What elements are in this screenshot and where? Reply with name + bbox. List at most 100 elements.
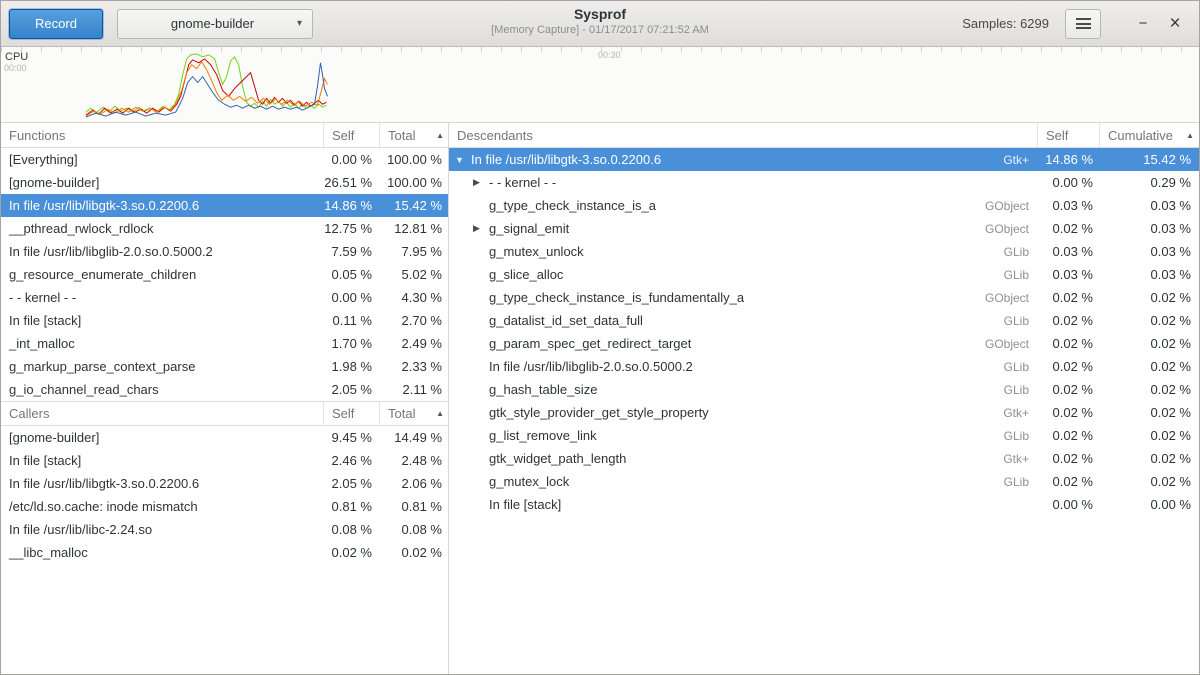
total-percent: 12.81 % — [379, 221, 449, 236]
function-name: In file /usr/lib/libglib-2.0.so.0.5000.2 — [1, 244, 323, 259]
function-name: In file /usr/lib/libc-2.24.so — [1, 522, 323, 537]
tree-row[interactable]: g_hash_table_sizeGLib0.02 %0.02 % — [449, 378, 1199, 401]
tree-row[interactable]: gtk_widget_path_lengthGtk+0.02 %0.02 % — [449, 447, 1199, 470]
function-name: In file /usr/lib/libgtk-3.so.0.2200.6 — [1, 198, 323, 213]
collapse-icon[interactable]: ▼ — [455, 155, 471, 165]
tree-row[interactable]: ▼In file /usr/lib/libgtk-3.so.0.2200.6Gt… — [449, 148, 1199, 171]
cumulative-percent: 0.02 % — [1099, 313, 1199, 328]
tree-row[interactable]: ▶g_signal_emitGObject0.02 %0.03 % — [449, 217, 1199, 240]
table-row[interactable]: In file /usr/lib/libgtk-3.so.0.2200.614.… — [1, 194, 448, 217]
functions-column-header[interactable]: Functions — [1, 123, 323, 147]
function-name: In file [stack] — [489, 497, 561, 512]
callers-self-column-header[interactable]: Self — [323, 402, 379, 425]
table-row[interactable]: g_resource_enumerate_children0.05 %5.02 … — [1, 263, 448, 286]
table-row[interactable]: /etc/ld.so.cache: inode mismatch0.81 %0.… — [1, 495, 448, 518]
cumulative-percent: 0.02 % — [1099, 428, 1199, 443]
function-name: In file /usr/lib/libglib-2.0.so.0.5000.2 — [489, 359, 693, 374]
table-row[interactable]: In file /usr/lib/libglib-2.0.so.0.5000.2… — [1, 240, 448, 263]
table-row[interactable]: g_io_channel_read_chars2.05 %2.11 % — [1, 378, 448, 401]
table-row[interactable]: In file /usr/lib/libc-2.24.so0.08 %0.08 … — [1, 518, 448, 541]
function-name: - - kernel - - — [489, 175, 556, 190]
descendants-self-column-label: Self — [1046, 128, 1068, 143]
header-bar: Record gnome-builder ▾ Sysprof [Memory C… — [1, 1, 1199, 47]
expand-icon[interactable]: ▶ — [473, 177, 489, 188]
process-dropdown[interactable]: gnome-builder ▾ — [117, 9, 313, 39]
tree-row[interactable]: In file /usr/lib/libglib-2.0.so.0.5000.2… — [449, 355, 1199, 378]
cpu-timeline[interactable]: CPU 00:00 00:30 — [1, 47, 1199, 123]
self-percent: 0.02 % — [1037, 359, 1099, 374]
tree-row[interactable]: In file [stack]0.00 %0.00 % — [449, 493, 1199, 516]
table-row[interactable]: In file [stack]0.11 %2.70 % — [1, 309, 448, 332]
function-name: g_param_spec_get_redirect_target — [489, 336, 691, 351]
total-percent: 2.70 % — [379, 313, 449, 328]
library-label: GLib — [1004, 429, 1037, 443]
function-name: g_mutex_unlock — [489, 244, 584, 259]
table-row[interactable]: [gnome-builder]26.51 %100.00 % — [1, 171, 448, 194]
minimize-button[interactable]: − — [1127, 9, 1159, 39]
cumulative-percent: 0.02 % — [1099, 290, 1199, 305]
expand-icon[interactable]: ▶ — [473, 223, 489, 234]
table-row[interactable]: __pthread_rwlock_rdlock12.75 %12.81 % — [1, 217, 448, 240]
tree-row[interactable]: ▶- - kernel - -0.00 %0.29 % — [449, 171, 1199, 194]
descendants-panel: Descendants Self Cumulative ▲ ▼In file /… — [449, 123, 1199, 674]
app-title: Sysprof — [491, 6, 709, 22]
table-row[interactable]: In file /usr/lib/libgtk-3.so.0.2200.62.0… — [1, 472, 448, 495]
library-label: GObject — [985, 199, 1037, 213]
library-label: GObject — [985, 337, 1037, 351]
self-percent: 0.03 % — [1037, 267, 1099, 282]
table-row[interactable]: __libc_malloc0.02 %0.02 % — [1, 541, 448, 564]
tree-row[interactable]: g_type_check_instance_is_fundamentally_a… — [449, 286, 1199, 309]
self-percent: 0.03 % — [1037, 198, 1099, 213]
cumulative-percent: 0.02 % — [1099, 451, 1199, 466]
cumulative-percent: 0.02 % — [1099, 405, 1199, 420]
self-percent: 0.81 % — [323, 499, 379, 514]
descendants-column-header[interactable]: Descendants — [449, 123, 1037, 147]
cumulative-percent: 0.00 % — [1099, 497, 1199, 512]
tree-row[interactable]: gtk_style_provider_get_style_propertyGtk… — [449, 401, 1199, 424]
function-name: gtk_style_provider_get_style_property — [489, 405, 709, 420]
sort-indicator-icon: ▲ — [436, 409, 444, 418]
total-column-header[interactable]: Total ▲ — [379, 123, 449, 147]
cumulative-column-header[interactable]: Cumulative ▲ — [1099, 123, 1199, 147]
tree-row[interactable]: g_slice_allocGLib0.03 %0.03 % — [449, 263, 1199, 286]
function-name: _int_malloc — [1, 336, 323, 351]
function-name: /etc/ld.so.cache: inode mismatch — [1, 499, 323, 514]
callers-column-header[interactable]: Callers — [1, 402, 323, 425]
cumulative-percent: 0.02 % — [1099, 382, 1199, 397]
table-row[interactable]: [gnome-builder]9.45 %14.49 % — [1, 426, 448, 449]
cumulative-percent: 0.03 % — [1099, 267, 1199, 282]
function-name: g_type_check_instance_is_a — [489, 198, 656, 213]
record-button[interactable]: Record — [9, 9, 103, 39]
self-percent: 0.11 % — [323, 313, 379, 328]
tree-row[interactable]: g_datalist_id_set_data_fullGLib0.02 %0.0… — [449, 309, 1199, 332]
descendants-self-column-header[interactable]: Self — [1037, 123, 1099, 147]
header-right-controls: Samples: 6299 − × — [962, 9, 1191, 39]
self-percent: 0.08 % — [323, 522, 379, 537]
close-button[interactable]: × — [1159, 9, 1191, 39]
table-row[interactable]: _int_malloc1.70 %2.49 % — [1, 332, 448, 355]
self-percent: 0.03 % — [1037, 244, 1099, 259]
tree-row[interactable]: g_mutex_lockGLib0.02 %0.02 % — [449, 470, 1199, 493]
function-name: In file [stack] — [1, 313, 323, 328]
table-row[interactable]: In file [stack]2.46 %2.48 % — [1, 449, 448, 472]
tree-row[interactable]: g_list_remove_linkGLib0.02 %0.02 % — [449, 424, 1199, 447]
table-row[interactable]: - - kernel - -0.00 %4.30 % — [1, 286, 448, 309]
tree-row[interactable]: g_mutex_unlockGLib0.03 %0.03 % — [449, 240, 1199, 263]
total-percent: 7.95 % — [379, 244, 449, 259]
function-name: g_signal_emit — [489, 221, 569, 236]
total-percent: 4.30 % — [379, 290, 449, 305]
cumulative-percent: 0.29 % — [1099, 175, 1199, 190]
tree-row[interactable]: g_type_check_instance_is_aGObject0.03 %0… — [449, 194, 1199, 217]
self-percent: 0.02 % — [1037, 221, 1099, 236]
function-name: g_datalist_id_set_data_full — [489, 313, 643, 328]
table-row[interactable]: [Everything]0.00 %100.00 % — [1, 148, 448, 171]
total-percent: 0.02 % — [379, 545, 449, 560]
callers-total-column-header[interactable]: Total ▲ — [379, 402, 449, 425]
menu-button[interactable] — [1065, 9, 1101, 39]
self-percent: 0.02 % — [1037, 474, 1099, 489]
tree-row[interactable]: g_param_spec_get_redirect_targetGObject0… — [449, 332, 1199, 355]
table-row[interactable]: g_markup_parse_context_parse1.98 %2.33 % — [1, 355, 448, 378]
timeline-tick-start: 00:00 — [4, 63, 27, 73]
function-name: __pthread_rwlock_rdlock — [1, 221, 323, 236]
self-column-header[interactable]: Self — [323, 123, 379, 147]
